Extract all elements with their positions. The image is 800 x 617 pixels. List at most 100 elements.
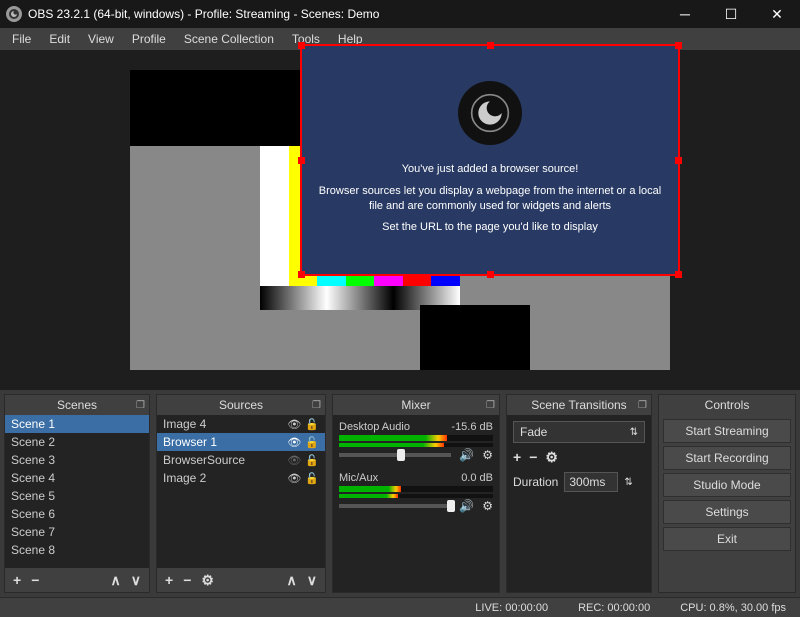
eye-icon[interactable]: 👁 [287, 472, 301, 485]
eye-icon[interactable]: 👁 [287, 436, 301, 449]
sources-list[interactable]: Image 4👁🔓 Browser 1👁🔓 BrowserSource👁🔓 Im… [157, 415, 325, 568]
scenes-list[interactable]: Scene 1 Scene 2 Scene 3 Scene 4 Scene 5 … [5, 415, 149, 568]
menu-file[interactable]: File [4, 30, 39, 48]
eye-off-icon[interactable]: 👁 [287, 454, 301, 467]
resize-handle-r[interactable] [675, 157, 682, 164]
speaker-icon[interactable]: 🔊 [459, 499, 474, 513]
settings-button[interactable]: Settings [663, 500, 791, 524]
transition-settings-button[interactable]: ⚙ [545, 449, 558, 466]
status-bar: LIVE: 00:00:00 REC: 00:00:00 CPU: 0.8%, … [0, 597, 800, 617]
source-item[interactable]: Browser 1 👁 🔓 [157, 433, 325, 451]
source-settings-button[interactable]: ⚙ [199, 572, 216, 589]
scene-item[interactable]: Scene 8 [5, 541, 149, 559]
mixer-channel: Desktop Audio -15.6 dB 🔊 ⚙ [339, 421, 493, 462]
duration-input[interactable]: 300ms [564, 472, 618, 492]
browser-source-selected[interactable]: You've just added a browser source! Brow… [300, 44, 680, 276]
controls-title: Controls [705, 398, 750, 412]
volume-slider[interactable] [339, 453, 451, 457]
audio-meter [339, 435, 493, 441]
menu-profile[interactable]: Profile [124, 30, 174, 48]
resize-handle-tl[interactable] [298, 42, 305, 49]
scenes-title: Scenes [57, 398, 97, 412]
duration-label: Duration [513, 475, 558, 489]
title-bar: OBS 23.2.1 (64-bit, windows) - Profile: … [0, 0, 800, 28]
mixer-panel: Mixer❐ Desktop Audio-15.6 dB 🔊 ⚙ Mic/Aux… [332, 394, 500, 593]
minimize-button[interactable]: ─ [662, 0, 708, 28]
detach-icon[interactable]: ❐ [312, 400, 321, 411]
menu-view[interactable]: View [80, 30, 122, 48]
lock-icon[interactable]: 🔓 [305, 472, 319, 485]
obs-logo-icon [458, 81, 522, 145]
updown-icon: ⇅ [630, 427, 638, 438]
resize-handle-br[interactable] [675, 271, 682, 278]
speaker-icon[interactable]: 🔊 [459, 448, 474, 462]
scene-item[interactable]: Scene 1 [5, 415, 149, 433]
start-streaming-button[interactable]: Start Streaming [663, 419, 791, 443]
menu-scene-collection[interactable]: Scene Collection [176, 30, 282, 48]
audio-meter [339, 494, 493, 498]
start-recording-button[interactable]: Start Recording [663, 446, 791, 470]
overlay-line3: Set the URL to the page you'd like to di… [382, 220, 598, 235]
scene-item[interactable]: Scene 7 [5, 523, 149, 541]
eye-icon[interactable]: 👁 [287, 418, 301, 431]
source-item[interactable]: BrowserSource👁🔓 [157, 451, 325, 469]
resize-handle-b[interactable] [487, 271, 494, 278]
image-source-black-2 [420, 305, 530, 370]
move-down-button[interactable]: ∨ [129, 572, 143, 589]
studio-mode-button[interactable]: Studio Mode [663, 473, 791, 497]
overlay-line1: You've just added a browser source! [402, 162, 579, 177]
close-button[interactable]: ✕ [754, 0, 800, 28]
sources-title: Sources [219, 398, 263, 412]
scene-item[interactable]: Scene 2 [5, 433, 149, 451]
volume-slider[interactable] [339, 504, 451, 508]
scene-item[interactable]: Scene 4 [5, 469, 149, 487]
detach-icon[interactable]: ❐ [638, 400, 647, 411]
gear-icon[interactable]: ⚙ [482, 499, 493, 513]
resize-handle-tr[interactable] [675, 42, 682, 49]
overlay-line2: Browser sources let you display a webpag… [316, 184, 664, 215]
transitions-panel: Scene Transitions❐ Fade⇅ + − ⚙ Duration … [506, 394, 652, 593]
menu-edit[interactable]: Edit [41, 30, 78, 48]
transition-value: Fade [520, 425, 547, 439]
scenes-panel: Scenes ❐ Scene 1 Scene 2 Scene 3 Scene 4 … [4, 394, 150, 593]
controls-panel: Controls Start Streaming Start Recording… [658, 394, 796, 593]
move-up-button[interactable]: ∧ [285, 572, 299, 589]
channel-name: Mic/Aux [339, 472, 378, 484]
detach-icon[interactable]: ❐ [136, 400, 145, 411]
detach-icon[interactable]: ❐ [486, 400, 495, 411]
resize-handle-l[interactable] [298, 157, 305, 164]
add-transition-button[interactable]: + [513, 449, 521, 466]
scene-item[interactable]: Scene 6 [5, 505, 149, 523]
source-item[interactable]: Image 2👁🔓 [157, 469, 325, 487]
channel-name: Desktop Audio [339, 421, 410, 433]
resize-handle-bl[interactable] [298, 271, 305, 278]
maximize-button[interactable]: ☐ [708, 0, 754, 28]
gear-icon[interactable]: ⚙ [482, 448, 493, 462]
updown-icon[interactable]: ⇅ [624, 477, 632, 488]
resize-handle-t[interactable] [487, 42, 494, 49]
remove-scene-button[interactable]: − [29, 572, 41, 588]
preview-area[interactable]: You've just added a browser source! Brow… [0, 50, 800, 390]
lock-icon[interactable]: 🔓 [305, 436, 319, 449]
scene-item[interactable]: Scene 3 [5, 451, 149, 469]
lock-icon[interactable]: 🔓 [305, 454, 319, 467]
move-down-button[interactable]: ∨ [305, 572, 319, 589]
app-logo [6, 6, 22, 22]
add-scene-button[interactable]: + [11, 572, 23, 588]
lock-icon[interactable]: 🔓 [305, 418, 319, 431]
add-source-button[interactable]: + [163, 572, 175, 588]
source-item[interactable]: Image 4 👁 🔓 [157, 415, 325, 433]
transitions-title: Scene Transitions [531, 398, 626, 412]
remove-source-button[interactable]: − [181, 572, 193, 588]
transition-select[interactable]: Fade ⇅ [513, 421, 645, 443]
source-name: Browser 1 [163, 435, 217, 449]
source-name: Image 4 [163, 417, 206, 431]
audio-meter [339, 486, 493, 492]
remove-transition-button[interactable]: − [529, 449, 537, 466]
status-cpu: CPU: 0.8%, 30.00 fps [680, 602, 786, 614]
move-up-button[interactable]: ∧ [109, 572, 123, 589]
scene-item[interactable]: Scene 5 [5, 487, 149, 505]
exit-button[interactable]: Exit [663, 527, 791, 551]
channel-db: -15.6 dB [451, 421, 493, 433]
sources-panel: Sources❐ Image 4👁🔓 Browser 1👁🔓 BrowserSo… [156, 394, 326, 593]
